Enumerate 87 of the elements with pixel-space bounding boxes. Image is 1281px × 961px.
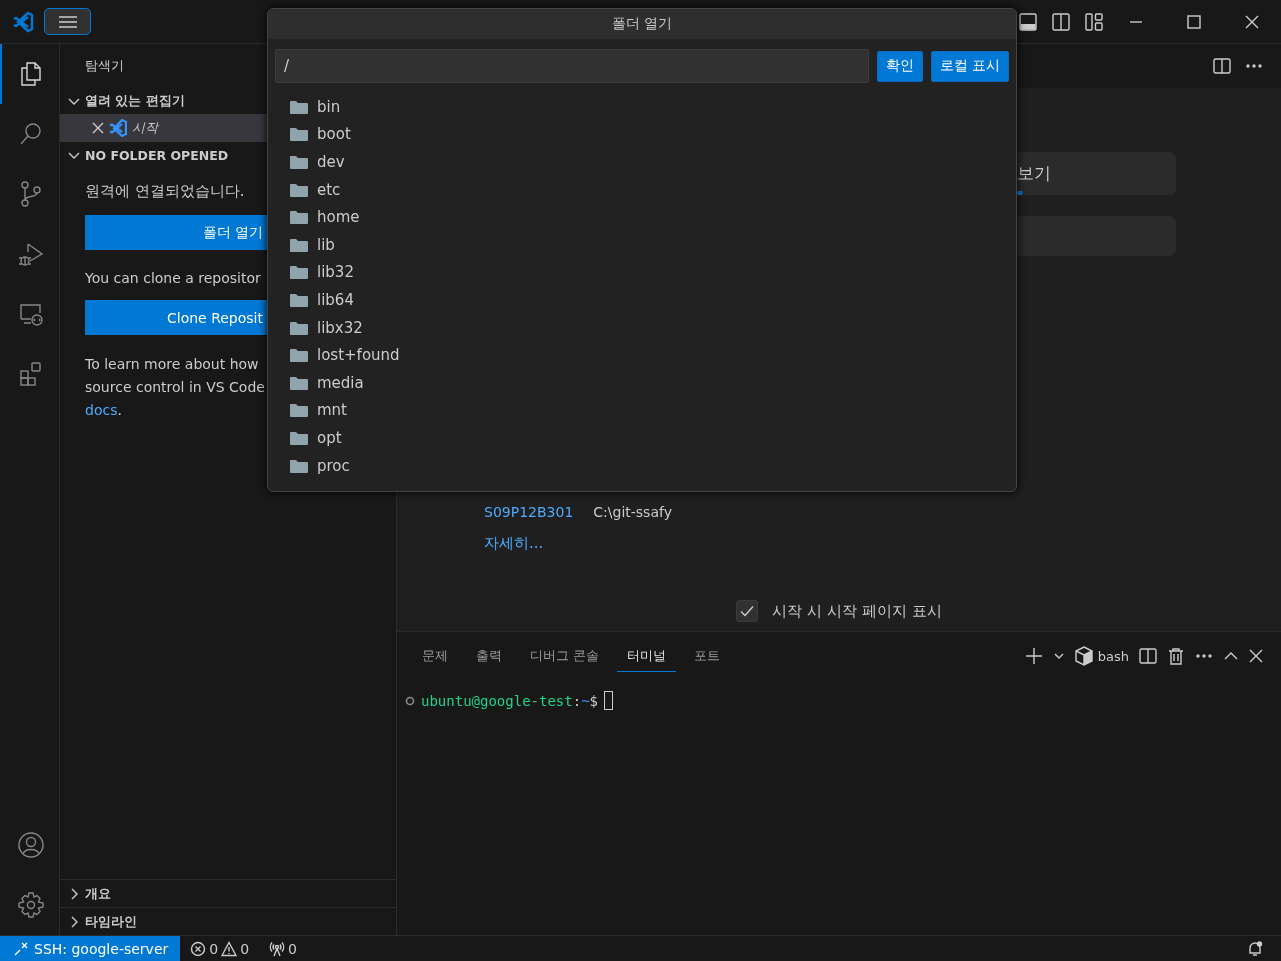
folder-icon [290,458,308,473]
section-header[interactable]: 열려 있는 편집기 [60,88,267,114]
more-link[interactable]: 자세히... [484,534,544,552]
split-terminal-icon[interactable] [1139,647,1157,665]
panel-tab[interactable]: 터미널 [617,640,677,672]
checkmark-icon [739,603,756,619]
folder-icon [290,265,308,280]
settings-icon[interactable] [16,891,45,919]
error-icon [190,940,207,957]
folder-entry[interactable]: boot [268,120,1016,149]
checkbox-label: 시작 시 시작 페이지 표시 [772,601,942,621]
panel-layout-icon[interactable] [1019,12,1037,31]
split-layout-icon[interactable] [1052,12,1070,31]
recent-folder-link[interactable]: S09P12B301 [484,504,574,520]
folder-entry[interactable]: libx32 [268,313,1016,342]
close-icon[interactable] [1245,14,1259,29]
walkthrough-card[interactable]: 보기 [1017,152,1176,195]
broadcast-icon [269,940,286,957]
folder-entry[interactable]: lost+found [268,341,1016,369]
folder-entry[interactable]: bin [268,93,1016,121]
folder-entry[interactable]: dev [268,148,1016,176]
folder-entry[interactable]: lib [268,230,1016,259]
message-text: 원격에 연결되었습니다. [84,181,246,201]
folder-icon [290,348,308,363]
folder-icon [290,99,308,114]
sidebar-title: 탐색기 [84,57,125,75]
folder-entry[interactable]: media [268,368,1016,397]
terminal-shell-selector[interactable]: bash [1074,646,1129,666]
path-input[interactable]: / [275,49,869,83]
clone-repository-button[interactable]: Clone Reposit [85,300,267,335]
problems-status[interactable]: 0 0 [190,940,250,957]
card-title: 보기 [1017,162,1051,185]
open-folder-button[interactable]: 폴더 열기 [85,215,267,250]
folder-path: C:\git-ssafy [593,504,672,520]
dialog-button[interactable]: 확인 [876,50,923,82]
folder-icon [290,182,308,197]
app-logo-icon [109,119,127,137]
bell-icon[interactable] [1247,940,1263,957]
customize-layout-icon[interactable] [1085,12,1103,31]
menu-icon [57,15,78,28]
checkbox[interactable] [736,600,759,622]
terminal-prompt: ubuntu@google-test:~$ [421,692,599,709]
app-logo-icon [12,10,34,33]
folder-icon [290,292,308,307]
status-circle-icon [405,695,415,706]
description-text: You can clone a repositor [84,269,262,286]
account-icon[interactable] [16,831,45,859]
run-debug-icon[interactable] [16,240,45,268]
folder-entry[interactable]: lib64 [268,286,1016,314]
folder-entry[interactable]: lib32 [268,258,1016,287]
plus-icon[interactable] [1024,647,1043,665]
open-editor-item[interactable]: 시작 [60,114,267,142]
remote-icon [14,941,28,956]
folder-icon [290,430,308,445]
panel-tab[interactable]: 디버그 콘솔 [520,640,610,672]
folder-icon [290,210,308,225]
folder-entry[interactable]: home [268,203,1016,231]
section-header[interactable]: 개요 [60,879,396,907]
dialog-button[interactable]: 로컬 표시 [930,50,1009,82]
folder-entry[interactable]: opt [268,424,1016,452]
warning-icon [221,940,238,957]
trash-icon[interactable] [1167,647,1185,665]
panel-tab[interactable]: 포트 [684,640,731,672]
folder-icon [290,237,308,252]
learn-more-text: To learn more about how source control in VS Code docs. [84,355,266,420]
folder-icon [290,127,308,142]
folder-entry[interactable]: proc [268,451,1016,480]
section-header[interactable]: NO FOLDER OPENED [60,142,267,168]
maximize-icon[interactable] [1187,14,1201,29]
folder-icon [290,320,308,335]
panel-tab[interactable]: 문제 [412,640,458,672]
folder-icon [290,403,308,418]
menu-button[interactable] [44,8,91,35]
folder-icon [290,155,308,169]
panel-tab[interactable]: 출력 [466,640,512,672]
terminal-cursor [604,691,614,710]
docs-link[interactable]: docs [85,402,118,418]
close-icon[interactable] [92,122,104,134]
cube-icon [1074,646,1093,666]
folder-icon [290,375,308,390]
ports-status[interactable]: 0 [269,940,297,957]
folder-entry[interactable]: mnt [268,396,1016,425]
dialog-title: 폴더 열기 [268,9,1016,39]
folder-entry[interactable]: etc [268,175,1016,204]
split-editor-icon[interactable] [1213,57,1231,75]
remote-indicator[interactable]: SSH: google-server [0,936,181,961]
close-icon[interactable] [1249,649,1263,663]
